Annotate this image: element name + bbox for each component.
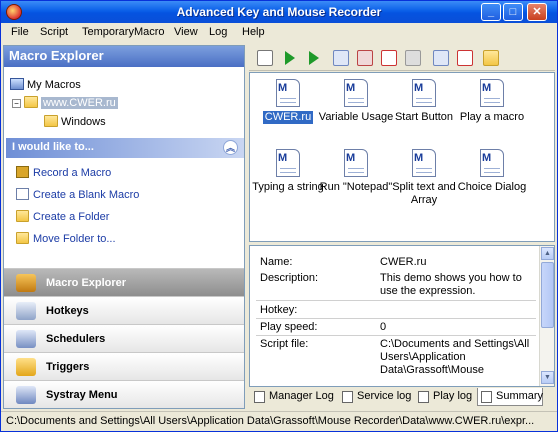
edit-icon[interactable] [333,50,349,66]
new-macro-icon[interactable] [257,50,273,66]
menu-view[interactable]: View [174,26,198,38]
log-icon [342,391,353,403]
task-move-folder[interactable]: Move Folder to... [16,232,116,245]
folder-icon [44,115,58,127]
macro-file-icon: M [412,149,436,177]
nav-macro-explorer[interactable]: Macro Explorer [4,268,244,296]
log-tabs: Manager Log Service log Play log Summary [249,388,555,408]
tree-windows[interactable]: Windows [44,115,106,131]
toolbar [249,45,555,71]
macro-file-icon: M [344,79,368,107]
divider [256,300,536,301]
tasks-header[interactable]: I would like to... ︽ [6,138,244,158]
maximize-button[interactable]: □ [503,3,523,21]
folder-icon [24,96,38,108]
folder-icon [16,210,29,222]
keyboard-icon [16,302,36,320]
record-icon[interactable] [357,50,373,66]
macro-item-choice-dialog[interactable]: M Choice Dialog [452,149,532,194]
play-icon[interactable] [285,51,295,65]
calendar-icon [16,330,36,348]
scroll-down-icon[interactable]: ▼ [541,371,554,384]
menu-script[interactable]: Script [40,26,68,38]
collapse-chevron-icon[interactable]: ︽ [223,140,238,155]
copy-icon[interactable] [433,50,449,66]
lightning-icon [16,358,36,376]
macro-file-icon: M [480,79,504,107]
tab-play-log[interactable]: Play log [415,388,475,406]
menu-log[interactable]: Log [209,26,227,38]
summary-icon [481,391,492,403]
nav-hotkeys[interactable]: Hotkeys [4,296,244,324]
vertical-scrollbar[interactable]: ▲ ▼ [539,246,554,386]
log-icon [418,391,429,403]
left-panel: Macro Explorer My Macros − www.CWER.ru Wi… [3,45,245,409]
scroll-up-icon[interactable]: ▲ [541,247,554,260]
collapse-icon[interactable]: − [12,99,21,108]
divider [256,335,536,336]
task-create-folder[interactable]: Create a Folder [16,210,109,223]
macro-list: M CWER.ru M Variable Usage M Start Butto… [249,72,555,242]
nav-schedulers[interactable]: Schedulers [4,324,244,352]
move-folder-icon [16,232,29,244]
close-button[interactable]: ✕ [527,3,547,21]
lock-icon[interactable] [405,50,421,66]
macro-file-icon: M [412,79,436,107]
task-record-macro[interactable]: Record a Macro [16,166,111,179]
macro-file-icon: M [480,149,504,177]
macro-item-play-a-macro[interactable]: M Play a macro [452,79,532,124]
macro-file-icon: M [276,79,300,107]
tab-service-log[interactable]: Service log [339,388,413,406]
record-icon [16,166,29,178]
checklist-icon[interactable] [457,50,473,66]
nav-triggers[interactable]: Triggers [4,352,244,380]
menu-bar: File Script TemporaryMacro View Log Help [1,23,557,43]
document-icon [16,188,29,200]
systray-icon [16,386,36,404]
status-bar: C:\Documents and Settings\All Users\Appl… [1,411,557,431]
nav-systray-menu[interactable]: Systray Menu [4,380,244,408]
menu-file[interactable]: File [11,26,29,38]
properties-panel: Name: CWER.ru Description: This demo sho… [249,245,555,387]
menu-help[interactable]: Help [242,26,265,38]
log-icon [254,391,265,403]
app-window: Advanced Key and Mouse Recorder _ □ ✕ Fi… [0,0,558,432]
open-folder-icon[interactable] [483,50,499,66]
delete-icon[interactable] [381,50,397,66]
tab-manager-log[interactable]: Manager Log [251,388,337,406]
minimize-button[interactable]: _ [481,3,501,21]
divider [256,318,536,319]
title-bar[interactable]: Advanced Key and Mouse Recorder _ □ ✕ [1,1,557,23]
tree-cwer[interactable]: − www.CWER.ru [12,96,118,112]
tab-summary[interactable]: Summary [477,388,543,406]
tree-my-macros[interactable]: My Macros [10,78,81,94]
task-create-blank-macro[interactable]: Create a Blank Macro [16,188,139,201]
macro-explorer-icon [16,274,36,292]
scroll-thumb[interactable] [541,262,554,328]
play-step-icon[interactable] [309,51,319,65]
computer-icon [10,78,24,90]
macro-file-icon: M [344,149,368,177]
explorer-header: Macro Explorer [4,46,244,67]
window-title: Advanced Key and Mouse Recorder [176,5,382,19]
menu-temporarymacro[interactable]: TemporaryMacro [82,26,165,38]
macro-file-icon: M [276,149,300,177]
